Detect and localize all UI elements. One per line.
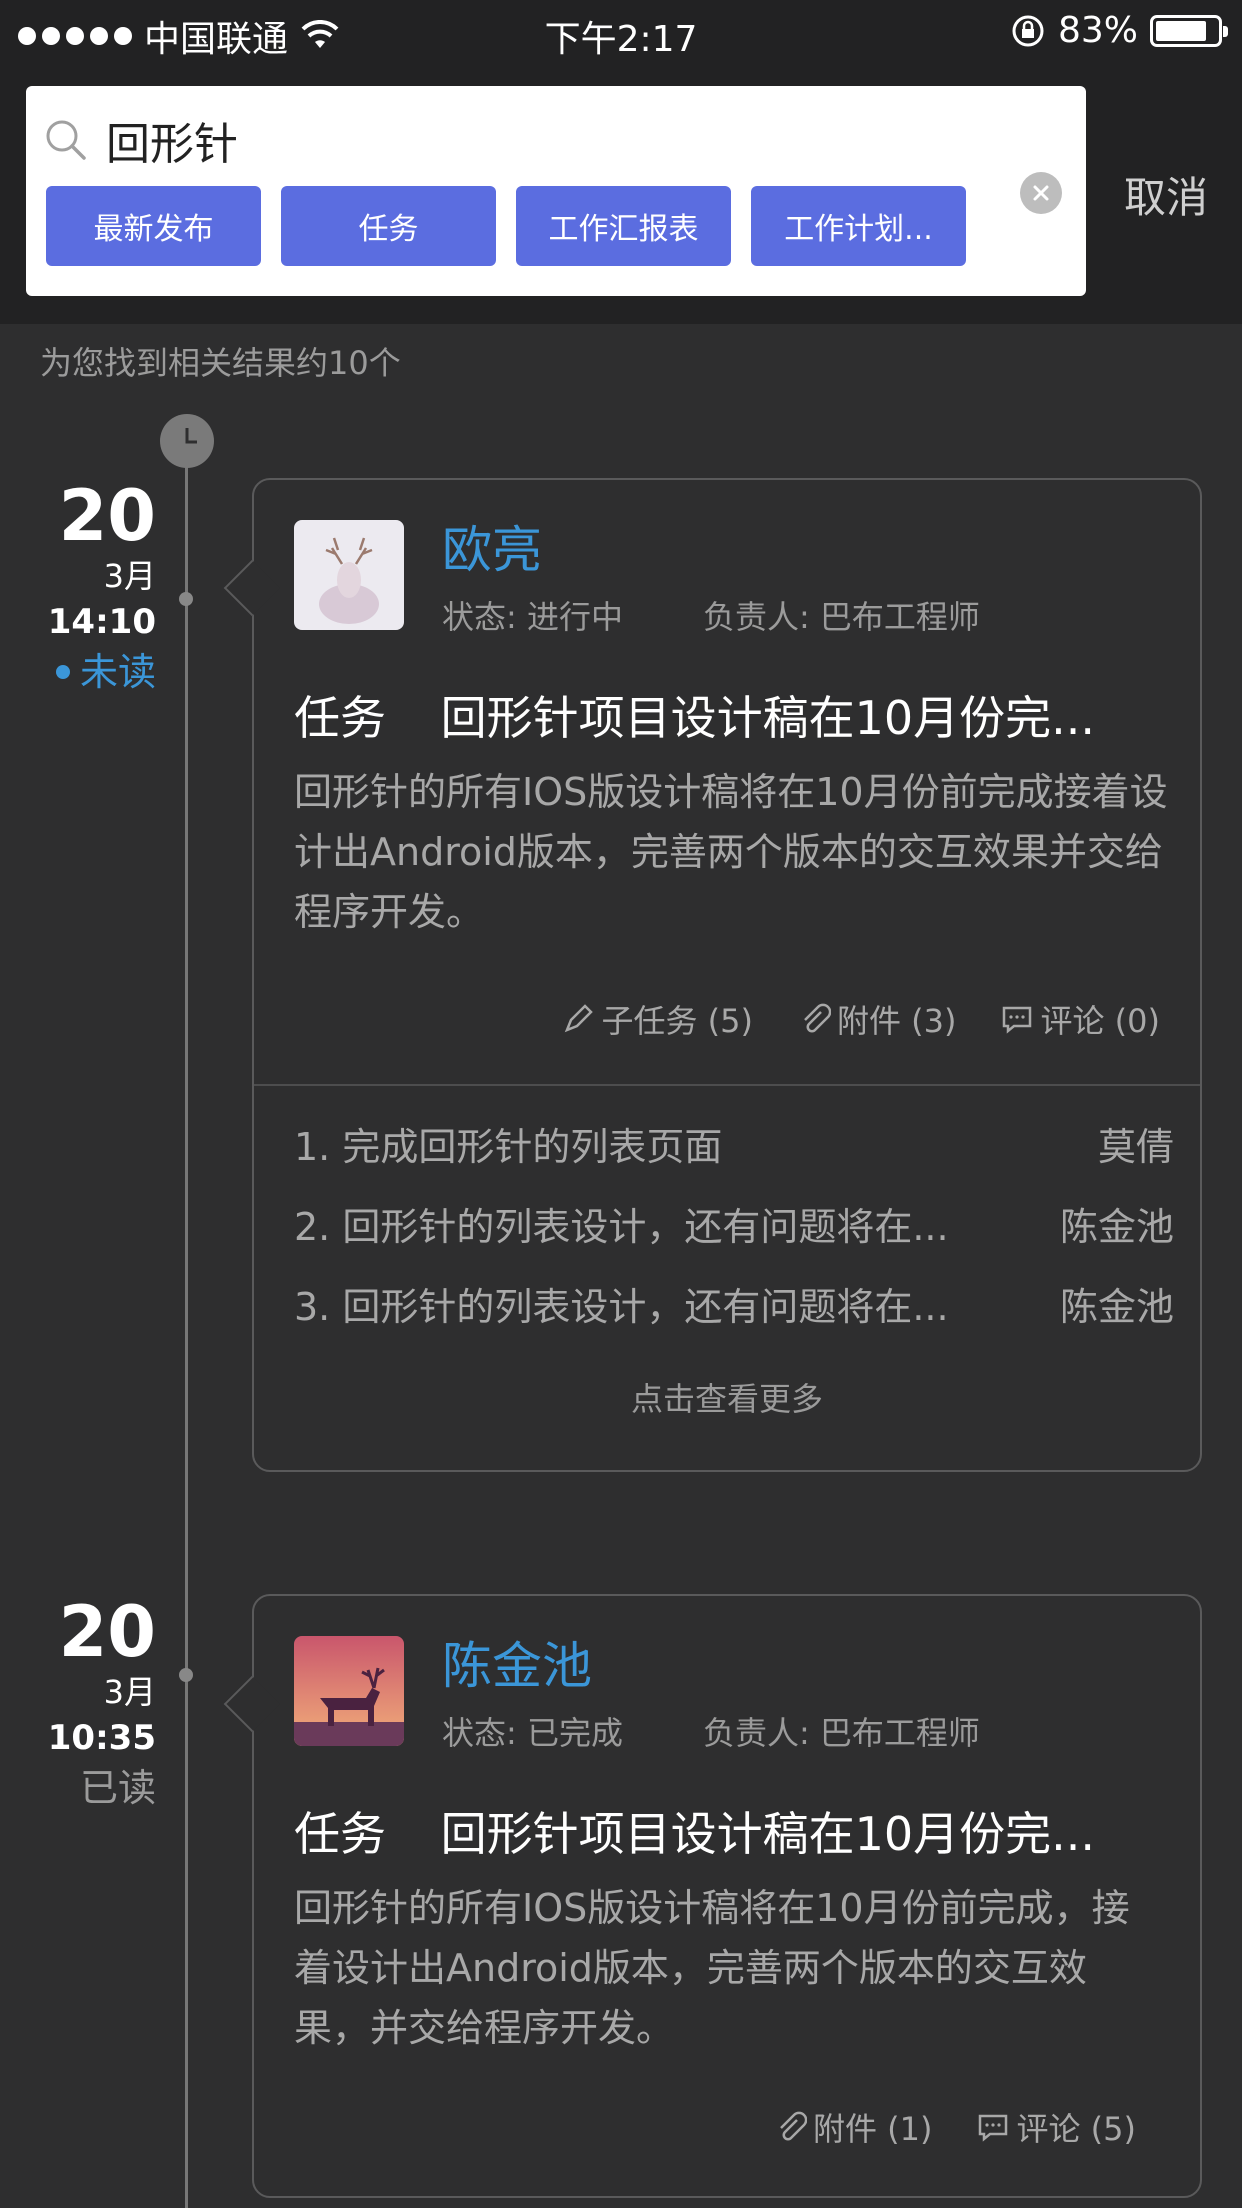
date-month: 3月 bbox=[103, 557, 156, 595]
result-count: 为您找到相关结果约10个 bbox=[40, 344, 401, 382]
task-description: 回形针的所有IOS版设计稿将在10月份前完成，接着设计出Android版本，完善… bbox=[294, 1886, 1130, 2050]
search-chips: 最新发布 任务 工作汇报表 工作计划... bbox=[46, 186, 966, 266]
search-header: 回形针 最新发布 任务 工作汇报表 工作计划... 取消 bbox=[0, 64, 1242, 324]
stat-label: 评论 (0) bbox=[1040, 1002, 1160, 1040]
stat-attachments[interactable]: 附件 (3) bbox=[797, 996, 957, 1042]
entry-date: 20 3月 10:35 已读 bbox=[48, 1594, 156, 1814]
read-status: 未读 bbox=[48, 646, 156, 698]
stat-subtasks[interactable]: 子任务 (5) bbox=[561, 996, 753, 1042]
stat-label: 附件 (3) bbox=[836, 1002, 957, 1040]
read-status-label: 已读 bbox=[79, 1766, 156, 1810]
timeline-line bbox=[185, 440, 188, 2208]
card-pointer bbox=[223, 559, 281, 617]
timeline-node bbox=[179, 592, 193, 606]
read-status: 已读 bbox=[48, 1762, 156, 1814]
entry-date: 20 3月 14:10 未读 bbox=[48, 478, 156, 698]
chip-task[interactable]: 任务 bbox=[281, 186, 496, 266]
task-card[interactable]: 欧亮 状态: 进行中 负责人: 巴布工程师 任务 回形针项目设计稿在10月份完.… bbox=[223, 478, 1202, 1472]
date-time: 10:35 bbox=[47, 1718, 156, 1758]
stat-comments[interactable]: 评论 (0) bbox=[1000, 996, 1160, 1042]
see-more-link[interactable]: 点击查看更多 bbox=[254, 1374, 1200, 1420]
status-right: 83% bbox=[1010, 10, 1228, 51]
card-pointer bbox=[223, 1675, 281, 1733]
avatar[interactable] bbox=[294, 520, 404, 630]
stat-attachments[interactable]: 附件 (1) bbox=[773, 2104, 933, 2150]
status-bar: 中国联通 下午2:17 83% bbox=[0, 0, 1242, 64]
close-icon bbox=[1033, 185, 1049, 201]
chip-plan[interactable]: 工作计划... bbox=[751, 186, 966, 266]
assignee-name[interactable]: 欧亮 bbox=[442, 510, 542, 582]
task-type-tag: 任务 bbox=[294, 691, 386, 745]
task-card[interactable]: 陈金池 状态: 已完成 负责人: 巴布工程师 任务 回形针项目设计稿在10月份完… bbox=[223, 1594, 1202, 2198]
subtask-title: 1. 完成回形针的列表页面 bbox=[294, 1125, 723, 1169]
timeline-node bbox=[179, 1668, 193, 1682]
paperclip-icon bbox=[780, 2111, 807, 2141]
chip-report[interactable]: 工作汇报表 bbox=[516, 186, 731, 266]
pencil-icon bbox=[565, 1004, 594, 1033]
paperclip-icon bbox=[804, 1003, 831, 1033]
task-owner: 负责人: 巴布工程师 bbox=[702, 598, 980, 636]
date-day: 20 bbox=[58, 1591, 156, 1673]
task-stats: 子任务 (5) 附件 (3) 评论 (0) bbox=[561, 996, 1160, 1042]
stat-label: 评论 (5) bbox=[1016, 2110, 1136, 2148]
task-owner: 负责人: 巴布工程师 bbox=[702, 1714, 980, 1752]
chip-latest[interactable]: 最新发布 bbox=[46, 186, 261, 266]
rotation-lock-icon bbox=[1012, 15, 1044, 46]
subtask-owner: 陈金池 bbox=[1059, 1205, 1174, 1249]
assignee-name[interactable]: 陈金池 bbox=[442, 1626, 592, 1698]
subtask-row[interactable]: 2. 回形针的列表设计，还有问题将在... 陈金池 bbox=[294, 1196, 1174, 1251]
cancel-button[interactable]: 取消 bbox=[1124, 164, 1208, 225]
task-title: 任务 回形针项目设计稿在10月份完... bbox=[294, 1798, 1095, 1864]
clear-search-button[interactable] bbox=[1020, 172, 1062, 214]
subtask-row[interactable]: 1. 完成回形针的列表页面 莫倩 bbox=[294, 1116, 1174, 1171]
task-title: 任务 回形针项目设计稿在10月份完... bbox=[294, 682, 1095, 748]
subtask-owner: 莫倩 bbox=[1097, 1125, 1174, 1169]
subtask-title: 2. 回形针的列表设计，还有问题将在... bbox=[294, 1205, 949, 1249]
battery-icon bbox=[1150, 14, 1228, 47]
task-title-text: 回形针项目设计稿在10月份完... bbox=[440, 1807, 1096, 1861]
stat-label: 子任务 (5) bbox=[601, 1002, 753, 1040]
card-divider bbox=[254, 1084, 1200, 1086]
task-meta: 状态: 进行中 负责人: 巴布工程师 bbox=[442, 592, 980, 638]
date-time: 14:10 bbox=[47, 602, 156, 642]
unread-dot-icon bbox=[55, 665, 70, 679]
search-icon bbox=[46, 120, 86, 160]
read-status-label: 未读 bbox=[79, 650, 156, 694]
avatar[interactable] bbox=[294, 1636, 404, 1746]
stat-label: 附件 (1) bbox=[812, 2110, 933, 2148]
battery-percent: 83% bbox=[1057, 10, 1138, 51]
subtask-row[interactable]: 3. 回形针的列表设计，还有问题将在... 陈金池 bbox=[294, 1276, 1174, 1331]
task-status: 状态: 进行中 bbox=[442, 598, 623, 636]
search-input[interactable]: 回形针 bbox=[106, 108, 238, 172]
subtask-title: 3. 回形针的列表设计，还有问题将在... bbox=[294, 1285, 949, 1329]
task-status: 状态: 已完成 bbox=[442, 1714, 623, 1752]
task-meta: 状态: 已完成 负责人: 巴布工程师 bbox=[442, 1708, 980, 1754]
subtask-owner: 陈金池 bbox=[1059, 1285, 1174, 1329]
comment-icon bbox=[1003, 1006, 1032, 1034]
stat-comments[interactable]: 评论 (5) bbox=[976, 2104, 1136, 2150]
battery-fill bbox=[1156, 20, 1206, 41]
date-month: 3月 bbox=[103, 1673, 156, 1711]
date-day: 20 bbox=[58, 475, 156, 557]
task-description: 回形针的所有IOS版设计稿将在10月份前完成接着设计出Android版本，完善两… bbox=[294, 770, 1168, 934]
comment-icon bbox=[979, 2114, 1008, 2142]
task-stats: 附件 (1) 评论 (5) bbox=[773, 2104, 1136, 2150]
task-title-text: 回形针项目设计稿在10月份完... bbox=[440, 691, 1096, 745]
search-box[interactable]: 回形针 最新发布 任务 工作汇报表 工作计划... bbox=[26, 86, 1086, 296]
clock-icon bbox=[160, 414, 214, 468]
task-type-tag: 任务 bbox=[294, 1807, 386, 1861]
